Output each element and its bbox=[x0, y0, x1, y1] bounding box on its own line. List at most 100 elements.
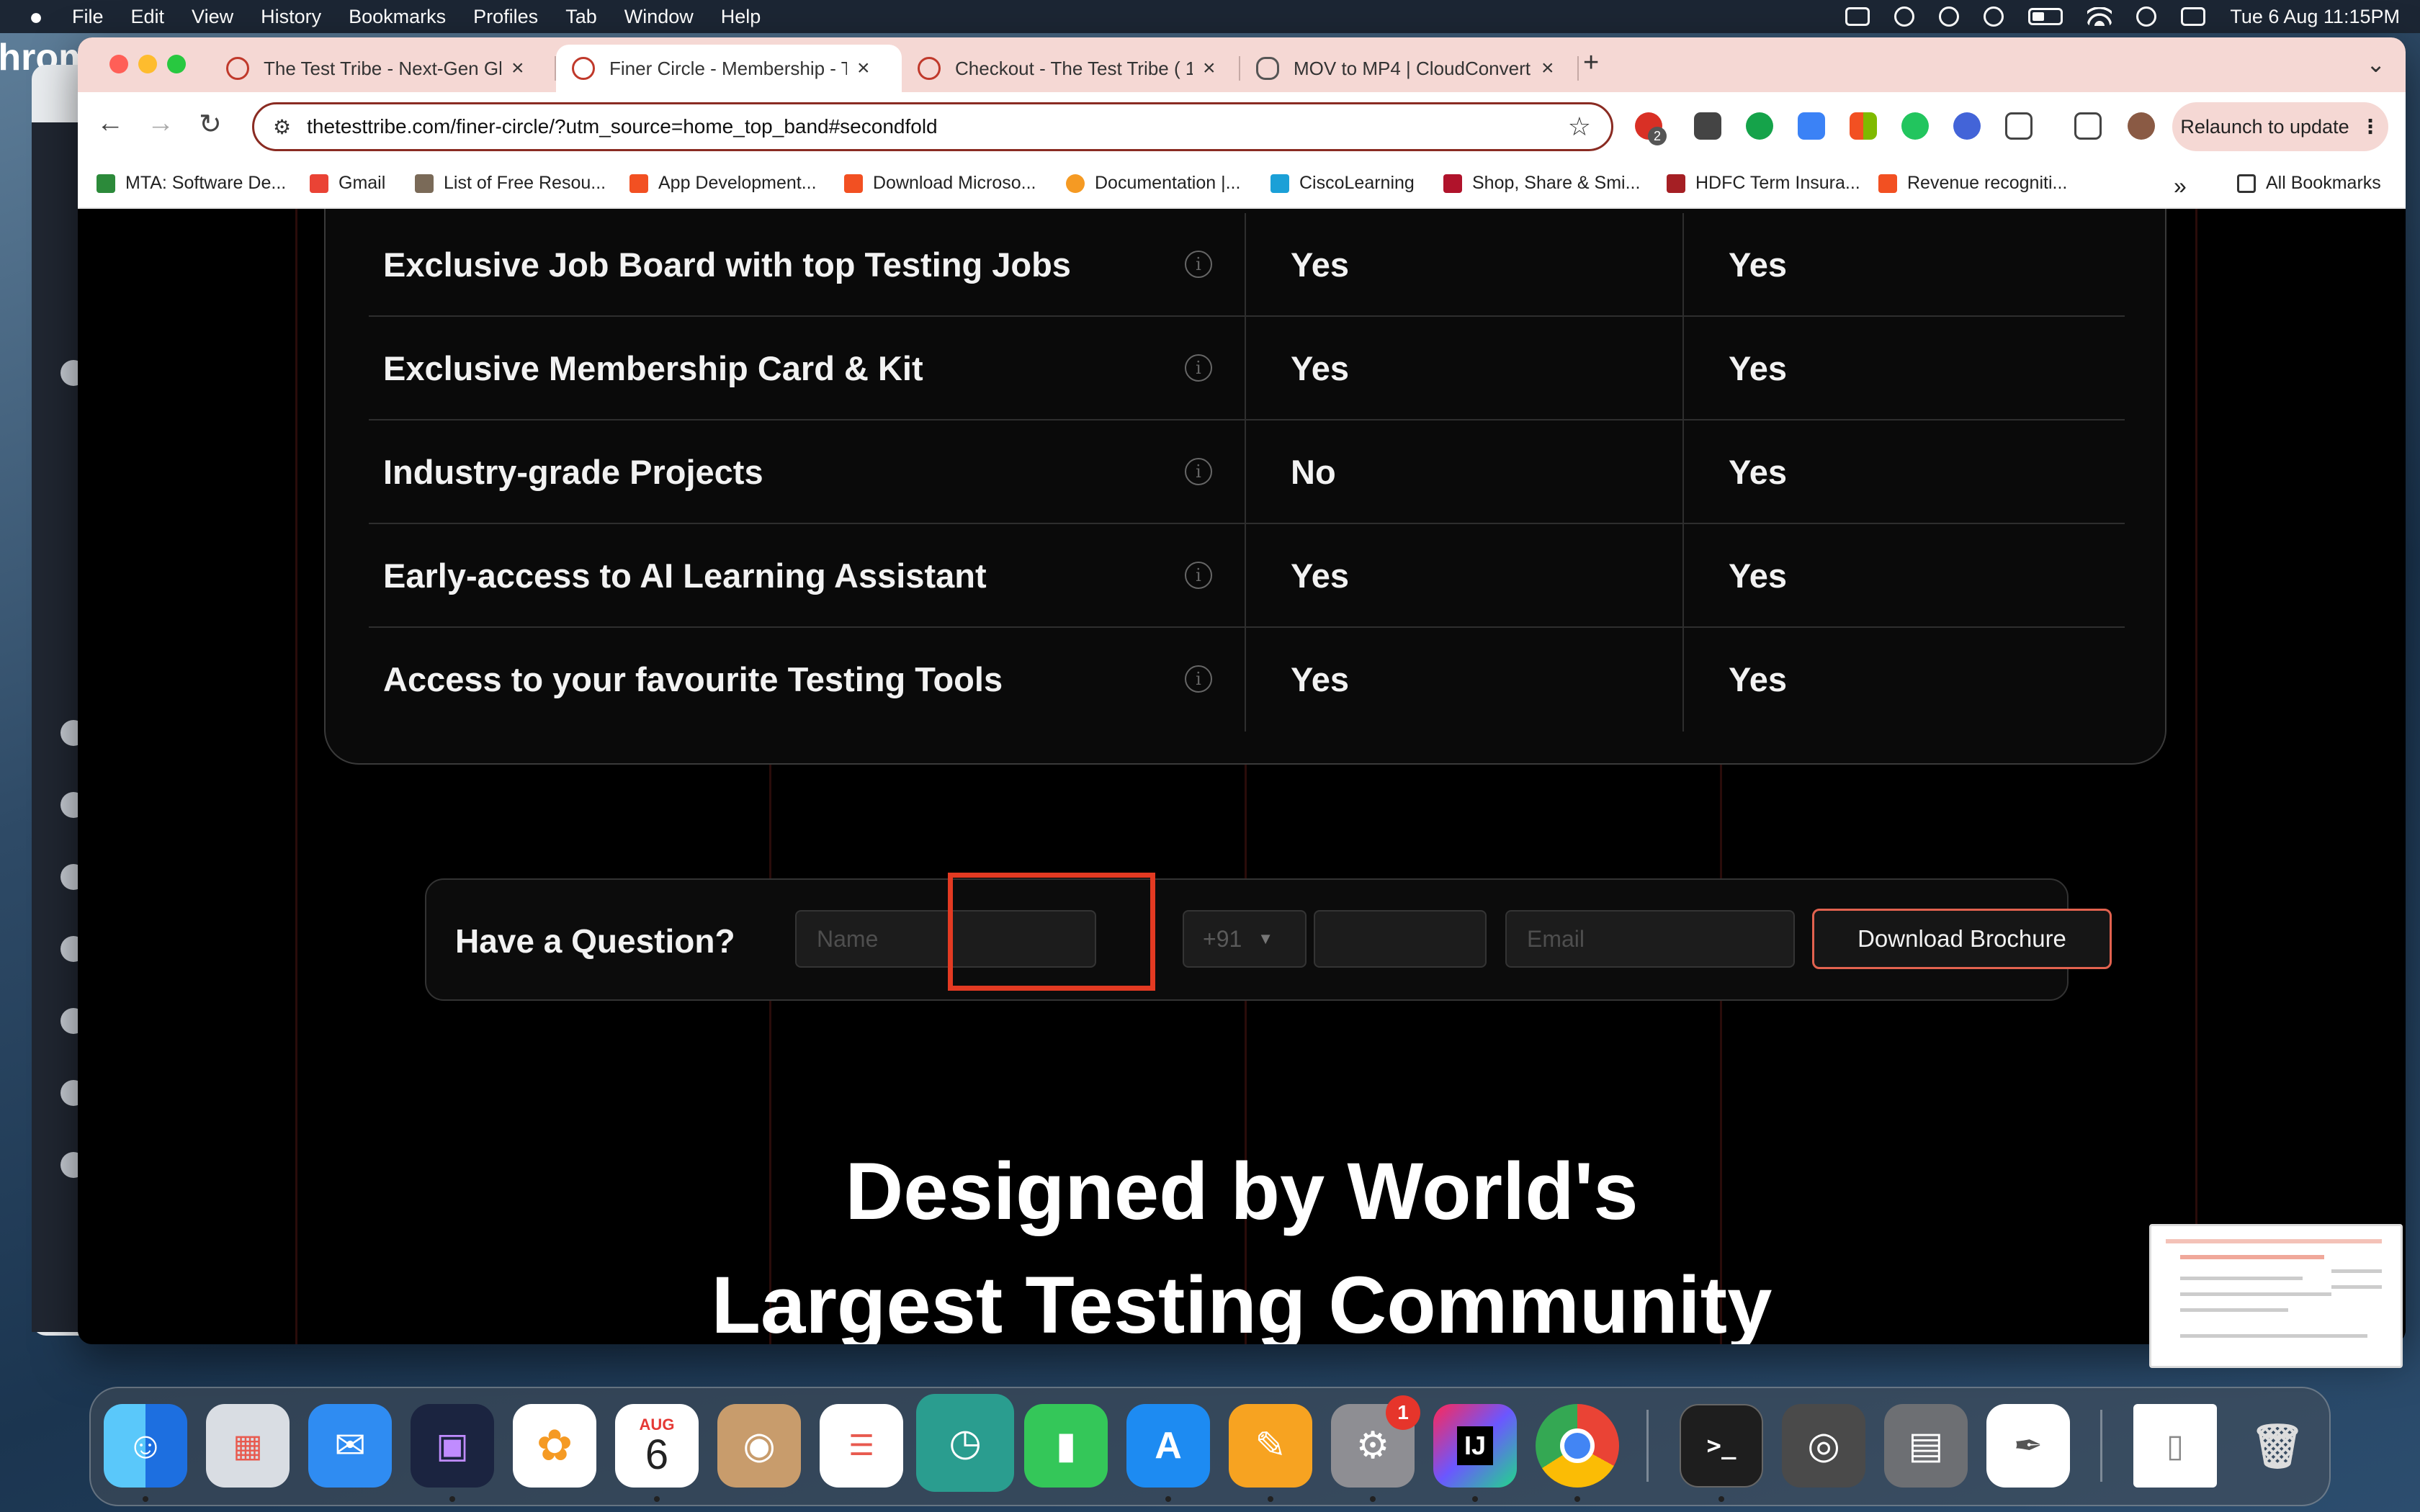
test-tribe-favicon-icon bbox=[572, 57, 595, 80]
add-extension-icon[interactable] bbox=[1901, 112, 1929, 140]
microsoft-icon[interactable] bbox=[1850, 112, 1877, 140]
close-tab-icon[interactable]: × bbox=[1203, 56, 1216, 81]
membership-comparison-table: Exclusive Job Board with top Testing Job… bbox=[324, 209, 2166, 765]
tab-checkout[interactable]: Checkout - The Test Tribe ( 1 × bbox=[902, 45, 1240, 92]
folder-icon bbox=[2237, 174, 2256, 193]
screen-recorder-icon[interactable] bbox=[1798, 112, 1825, 140]
document-stack-icon[interactable]: ▯ bbox=[2133, 1404, 2217, 1488]
bookmark-item[interactable]: Revenue recogniti... bbox=[1878, 173, 2067, 194]
intellij-icon[interactable]: IJ bbox=[1433, 1404, 1517, 1488]
trash-icon[interactable]: 🗑 bbox=[2236, 1404, 2319, 1488]
url-text[interactable]: thetesttribe.com/finer-circle/?utm_sourc… bbox=[307, 115, 938, 138]
wifi-icon[interactable] bbox=[2087, 7, 2112, 26]
new-tab-button[interactable]: + bbox=[1583, 48, 1599, 78]
email-input[interactable] bbox=[1505, 910, 1795, 968]
menu-help[interactable]: Help bbox=[721, 6, 761, 28]
menu-bookmarks[interactable]: Bookmarks bbox=[349, 6, 446, 28]
bookmark-item[interactable]: Gmail bbox=[310, 173, 385, 194]
menu-tab[interactable]: Tab bbox=[565, 6, 597, 28]
bookmark-item[interactable]: HDFC Term Insura... bbox=[1667, 173, 1860, 194]
address-bar[interactable]: ⚙ thetesttribe.com/finer-circle/?utm_sou… bbox=[252, 102, 1613, 151]
close-tab-icon[interactable]: × bbox=[857, 56, 870, 81]
profile-avatar[interactable] bbox=[2128, 112, 2155, 140]
menu-edit[interactable]: Edit bbox=[131, 6, 165, 28]
grammarly-icon[interactable] bbox=[1746, 112, 1773, 140]
bookmark-item[interactable]: App Development... bbox=[629, 173, 817, 194]
play-icon[interactable] bbox=[1984, 6, 2004, 27]
contacts-icon[interactable]: ◉ bbox=[717, 1404, 801, 1488]
extension-icon[interactable] bbox=[1694, 112, 1721, 140]
screenshot-thumbnail[interactable] bbox=[2149, 1224, 2403, 1368]
microsoft-icon bbox=[629, 174, 648, 193]
close-window-icon[interactable] bbox=[109, 55, 128, 73]
preview-app-icon[interactable]: ▣ bbox=[411, 1404, 494, 1488]
mail-icon[interactable]: ✉ bbox=[308, 1404, 392, 1488]
feature-label: Access to your favourite Testing Tools bbox=[383, 660, 1003, 698]
bookmark-item[interactable]: MTA: Software De... bbox=[97, 173, 286, 194]
tab-cloudconvert[interactable]: MOV to MP4 | CloudConvert × bbox=[1240, 45, 1579, 92]
info-icon[interactable]: i bbox=[1185, 665, 1212, 693]
info-icon[interactable]: i bbox=[1185, 251, 1212, 278]
calculator-icon[interactable]: ▤ bbox=[1884, 1404, 1968, 1488]
feature-label: Exclusive Membership Card & Kit bbox=[383, 349, 923, 387]
info-icon[interactable]: i bbox=[1185, 354, 1212, 382]
download-brochure-button[interactable]: Download Brochure bbox=[1812, 909, 2112, 969]
bookmark-item[interactable]: Shop, Share & Smi... bbox=[1443, 173, 1640, 194]
bookmark-item[interactable]: Download Microso... bbox=[844, 173, 1036, 194]
tab-finer-circle[interactable]: Finer Circle - Membership - T × bbox=[556, 45, 902, 92]
extensions-puzzle-icon[interactable] bbox=[2005, 112, 2033, 140]
reminders-icon[interactable]: ☰ bbox=[820, 1404, 903, 1488]
section-headline-line1: Designed by World's bbox=[845, 1146, 1639, 1236]
tab-search-chevron-icon[interactable]: ⌄ bbox=[2366, 50, 2385, 78]
battery-icon[interactable] bbox=[2028, 8, 2063, 25]
bookmark-item[interactable]: Documentation |... bbox=[1066, 173, 1240, 194]
system-settings-icon[interactable]: ⚙ 1 bbox=[1331, 1395, 1420, 1488]
pages-icon[interactable]: ✎ bbox=[1229, 1404, 1312, 1488]
phone-input[interactable] bbox=[1314, 910, 1487, 968]
time-tracker-icon[interactable]: ◷ bbox=[916, 1394, 1014, 1492]
bookmark-item[interactable]: List of Free Resou... bbox=[415, 173, 606, 194]
bookmark-item[interactable]: CiscoLearning bbox=[1270, 173, 1415, 194]
reload-icon[interactable]: ↻ bbox=[199, 108, 222, 140]
control-center-icon[interactable] bbox=[2181, 7, 2206, 26]
menu-clock[interactable]: Tue 6 Aug 11:15PM bbox=[2230, 6, 2400, 28]
app-store-icon[interactable]: A bbox=[1126, 1404, 1210, 1488]
textedit-icon[interactable]: ✒ bbox=[1986, 1404, 2070, 1488]
zoom-window-icon[interactable] bbox=[167, 55, 186, 73]
tab-test-tribe[interactable]: The Test Tribe - Next-Gen Glo × bbox=[210, 45, 556, 92]
chrome-icon[interactable] bbox=[1536, 1404, 1619, 1488]
back-arrow-icon[interactable]: ← bbox=[97, 108, 124, 139]
menu-history[interactable]: History bbox=[261, 6, 321, 28]
info-icon[interactable]: i bbox=[1185, 458, 1212, 485]
bookmark-star-icon[interactable]: ☆ bbox=[1568, 112, 1591, 142]
launchpad-icon[interactable]: ▦ bbox=[206, 1404, 290, 1488]
terminal-icon[interactable]: >_ bbox=[1680, 1404, 1763, 1488]
section-headline-line2: Largest Testing Community bbox=[711, 1260, 1773, 1344]
vpn-extension-icon[interactable] bbox=[1953, 112, 1981, 140]
country-code-select[interactable]: +91 ▼ bbox=[1183, 910, 1307, 968]
site-info-icon[interactable]: ⚙ bbox=[273, 115, 291, 139]
reading-list-icon[interactable] bbox=[2074, 112, 2102, 140]
more-menu-icon[interactable]: ⋮ bbox=[2361, 116, 2380, 138]
menu-view[interactable]: View bbox=[192, 6, 233, 28]
cloud-icon[interactable] bbox=[1894, 6, 1915, 27]
numbers-icon[interactable]: ▮ bbox=[1024, 1404, 1108, 1488]
relaunch-update-button[interactable]: Relaunch to update ⋮ bbox=[2172, 102, 2388, 151]
menu-window[interactable]: Window bbox=[624, 6, 694, 28]
spotlight-search-icon[interactable] bbox=[2136, 6, 2157, 27]
screenshot-app-icon[interactable]: ◎ bbox=[1782, 1404, 1865, 1488]
photos-icon[interactable]: ✿ bbox=[513, 1404, 596, 1488]
mute-icon[interactable] bbox=[1939, 6, 1960, 27]
all-bookmarks-folder[interactable]: All Bookmarks bbox=[2237, 173, 2381, 194]
screen-share-icon[interactable] bbox=[1845, 7, 1870, 26]
menu-profiles[interactable]: Profiles bbox=[473, 6, 538, 28]
bookmark-favicon-icon bbox=[1066, 174, 1085, 193]
more-bookmarks-chevron-icon[interactable]: » bbox=[2174, 173, 2187, 199]
calendar-icon[interactable]: AUG 6 bbox=[615, 1404, 699, 1488]
minimize-window-icon[interactable] bbox=[138, 55, 157, 73]
close-tab-icon[interactable]: × bbox=[511, 56, 524, 81]
forward-arrow-icon[interactable]: → bbox=[147, 108, 174, 139]
finder-icon[interactable]: ☺ bbox=[104, 1404, 187, 1488]
info-icon[interactable]: i bbox=[1185, 562, 1212, 589]
close-tab-icon[interactable]: × bbox=[1541, 56, 1554, 81]
